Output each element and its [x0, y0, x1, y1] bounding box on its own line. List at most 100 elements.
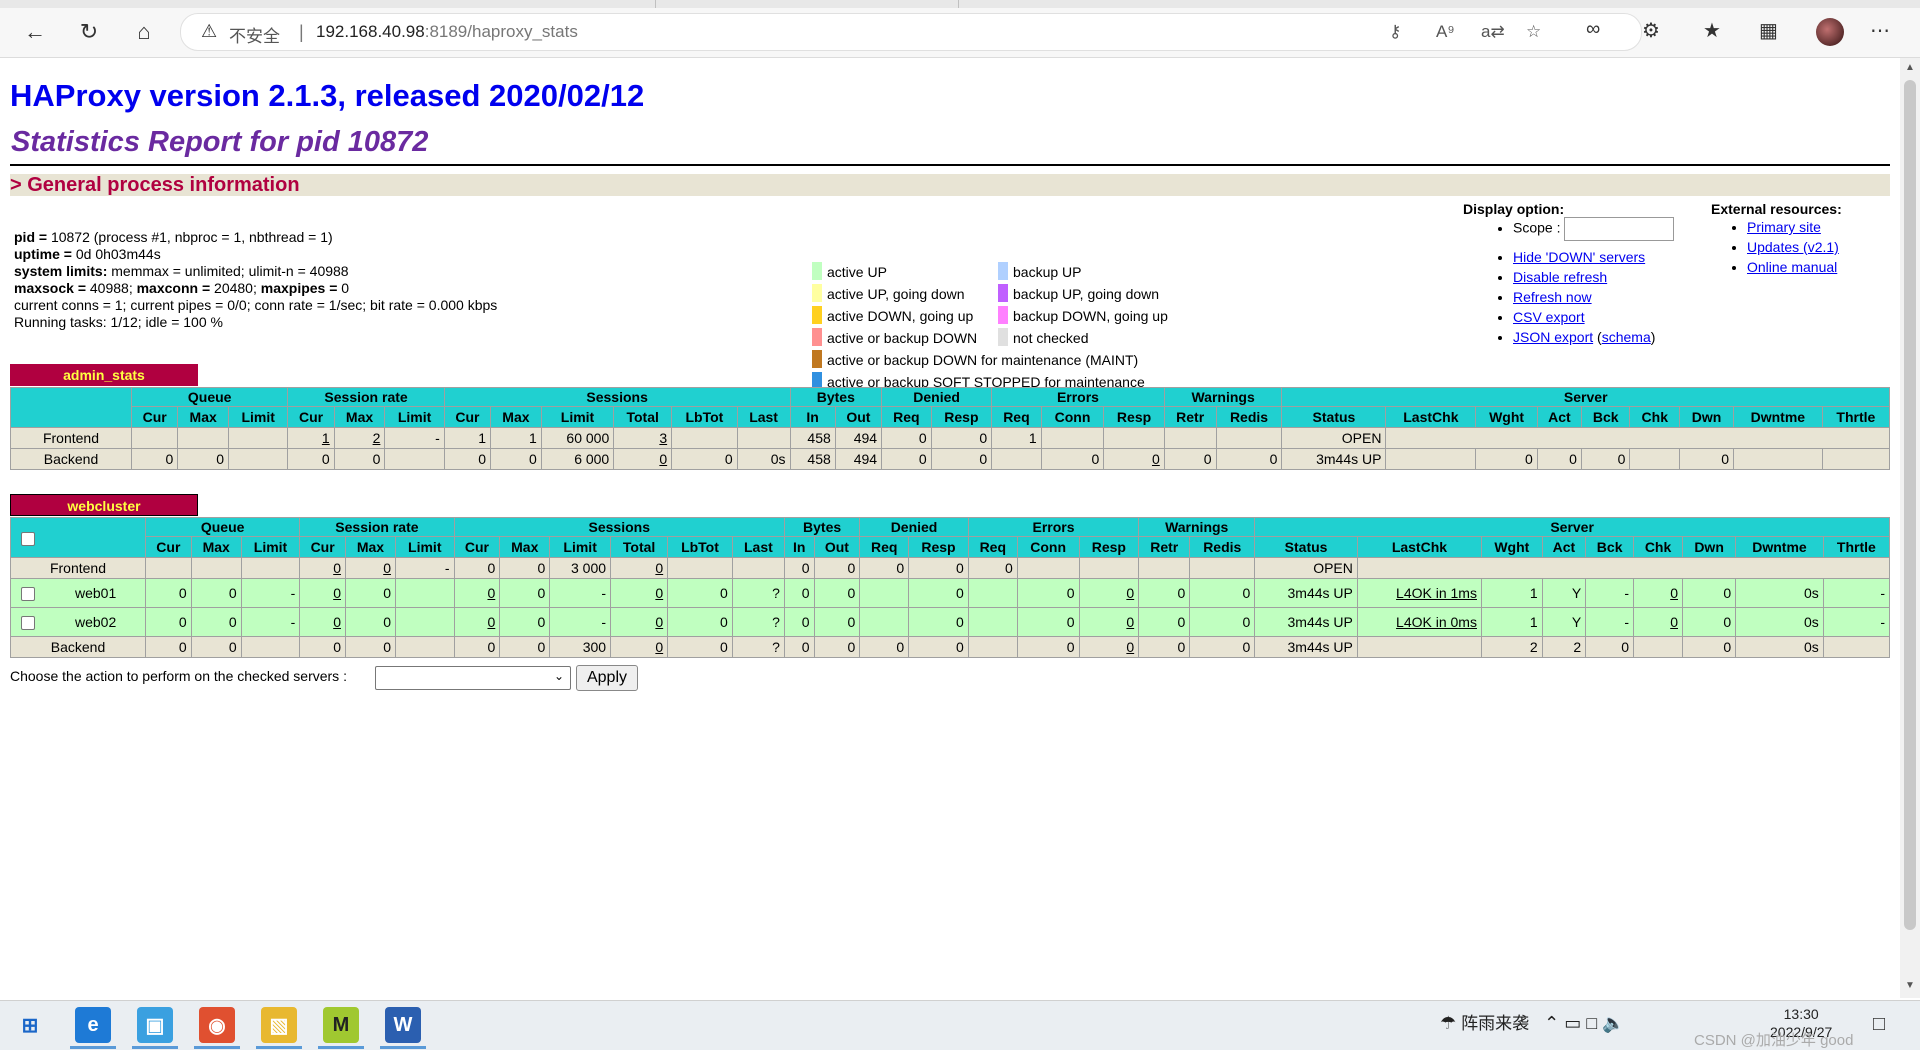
stat-cell: 0: [453, 557, 501, 579]
stat-cell: 0: [667, 636, 733, 658]
stat-cell: 0: [177, 448, 229, 470]
url-text: 192.168.40.98:8189/haproxy_stats: [316, 22, 578, 42]
scroll-up-icon[interactable]: ▲: [1905, 62, 1915, 73]
vmware-icon[interactable]: ▣: [137, 1007, 173, 1043]
column-header: Limit: [384, 406, 445, 428]
favorites-icon[interactable]: ★: [1703, 18, 1721, 43]
proxy-name-admin-stats: admin_stats: [10, 364, 198, 386]
stat-cell: [130, 427, 179, 449]
refresh-icon[interactable]: ↻: [72, 18, 106, 46]
volume-icon[interactable]: 🔈: [1602, 1013, 1624, 1033]
stat-cell: 1: [1480, 578, 1543, 608]
stat-cell: 494: [834, 427, 883, 449]
refresh-now-link[interactable]: Refresh now: [1513, 289, 1592, 305]
json-export-link[interactable]: JSON export: [1513, 329, 1593, 345]
column-header: Chk: [1629, 406, 1681, 428]
stat-cell: 0: [1536, 448, 1582, 470]
mobaxterm-icon[interactable]: M: [323, 1007, 359, 1043]
stat-cell: ?: [731, 607, 785, 637]
more-icon[interactable]: ⋯: [1870, 18, 1890, 43]
stat-cell: [240, 636, 301, 658]
select-all-checkbox[interactable]: [21, 531, 35, 546]
read-aloud-icon[interactable]: A⁹: [1436, 22, 1455, 42]
server-checkbox[interactable]: [21, 587, 35, 602]
favorite-add-icon[interactable]: ☆: [1526, 22, 1541, 42]
notification-icon[interactable]: □: [1873, 1013, 1885, 1036]
action-label: Choose the action to perform on the chec…: [10, 668, 347, 684]
apply-button[interactable]: Apply: [576, 665, 638, 691]
network-icon[interactable]: □: [1586, 1013, 1597, 1033]
group-header: Server: [1281, 387, 1890, 407]
app-icon[interactable]: ◉: [199, 1007, 235, 1043]
stat-cell: [967, 636, 1018, 658]
scrollbar[interactable]: ▲ ▼: [1900, 58, 1920, 998]
key-icon[interactable]: ⚷: [1389, 22, 1401, 42]
weather-text[interactable]: 阵雨来袭: [1461, 1014, 1529, 1033]
home-icon[interactable]: ⌂: [127, 18, 161, 46]
stat-cell: 0: [1016, 636, 1080, 658]
online-manual-link[interactable]: Online manual: [1747, 259, 1837, 275]
stat-cell: 0: [610, 607, 669, 637]
lastchk-cell[interactable]: L4OK in 0ms: [1356, 607, 1482, 637]
chevron-up-icon[interactable]: ⌃: [1544, 1013, 1559, 1033]
stat-cell: 0: [1016, 607, 1080, 637]
scope-input[interactable]: [1564, 217, 1675, 241]
scroll-thumb[interactable]: [1904, 80, 1916, 930]
stat-cell: 0s: [736, 448, 791, 470]
battery-icon[interactable]: ▭: [1564, 1013, 1581, 1033]
legend-swatch: [998, 306, 1008, 324]
server-name-cell: web02: [10, 607, 146, 637]
word-icon[interactable]: W: [385, 1007, 421, 1043]
stat-cell: 0: [1215, 448, 1283, 470]
stat-cell: 0: [1681, 607, 1737, 637]
back-icon[interactable]: ←: [18, 18, 52, 46]
column-header: Cur: [299, 536, 346, 558]
stat-cell: 0: [443, 448, 492, 470]
stat-cell: 0: [299, 578, 346, 608]
extensions-icon[interactable]: ⚙: [1642, 18, 1660, 43]
stat-cell: 0: [667, 607, 733, 637]
primary-site-link[interactable]: Primary site: [1747, 219, 1821, 235]
column-header: Req: [991, 406, 1042, 428]
collections-icon[interactable]: ▦: [1759, 18, 1778, 43]
windows-start-icon[interactable]: ⊞: [12, 1007, 48, 1043]
stat-cell: Y: [1541, 578, 1587, 608]
column-header: Resp: [1103, 406, 1165, 428]
server-checkbox[interactable]: [21, 616, 35, 631]
legend-label: active or backup DOWN for maintenance (M…: [827, 352, 1139, 368]
schema-link[interactable]: schema: [1602, 329, 1651, 345]
legend-swatch: [812, 262, 822, 280]
stat-cell: [967, 578, 1018, 608]
file-explorer-icon[interactable]: ▧: [261, 1007, 297, 1043]
stat-cell: [1356, 636, 1482, 658]
legend-label: backup DOWN, going up: [1013, 308, 1168, 324]
scroll-down-icon[interactable]: ▼: [1905, 980, 1915, 991]
avatar[interactable]: [1816, 18, 1844, 46]
column-header: Conn: [1040, 406, 1105, 428]
edge-icon[interactable]: e: [75, 1007, 111, 1043]
translate-icon[interactable]: a⇄: [1481, 22, 1505, 42]
stat-cell: 0: [1585, 636, 1635, 658]
address-bar[interactable]: ⚠ 不安全 | 192.168.40.98:8189/haproxy_stats…: [180, 13, 1642, 51]
stat-cell: -: [1585, 607, 1635, 637]
csv-export-link[interactable]: CSV export: [1513, 309, 1585, 325]
warning-icon: ⚠: [201, 21, 218, 41]
stat-cell: [967, 607, 1018, 637]
watermark: CSDN @加油少年 good: [1694, 1032, 1854, 1049]
table-row: web01 0 0-0 0 0 0-0 0? 0 0 0 0 0 0 0 3m44s UP L4OK in 1…: [10, 578, 1891, 608]
column-header: Limit: [540, 406, 615, 428]
stat-cell: [1078, 557, 1140, 579]
legend-label: active UP: [827, 264, 887, 280]
legend-label: not checked: [1013, 330, 1089, 346]
column-header: Total: [613, 406, 673, 428]
column-header: Total: [610, 536, 669, 558]
stats-page: HAProxy version 2.1.3, released 2020/02/…: [0, 58, 1900, 998]
updates-link[interactable]: Updates (v2.1): [1747, 239, 1839, 255]
hide-down-servers-link[interactable]: Hide 'DOWN' servers: [1513, 249, 1645, 265]
lastchk-cell[interactable]: L4OK in 1ms: [1356, 578, 1482, 608]
action-select[interactable]: ⌄: [375, 666, 571, 690]
disable-refresh-link[interactable]: Disable refresh: [1513, 269, 1607, 285]
url-path: :8189/haproxy_stats: [424, 22, 578, 41]
infinity-icon[interactable]: ∞: [1586, 18, 1600, 41]
stat-cell: 0: [299, 607, 346, 637]
